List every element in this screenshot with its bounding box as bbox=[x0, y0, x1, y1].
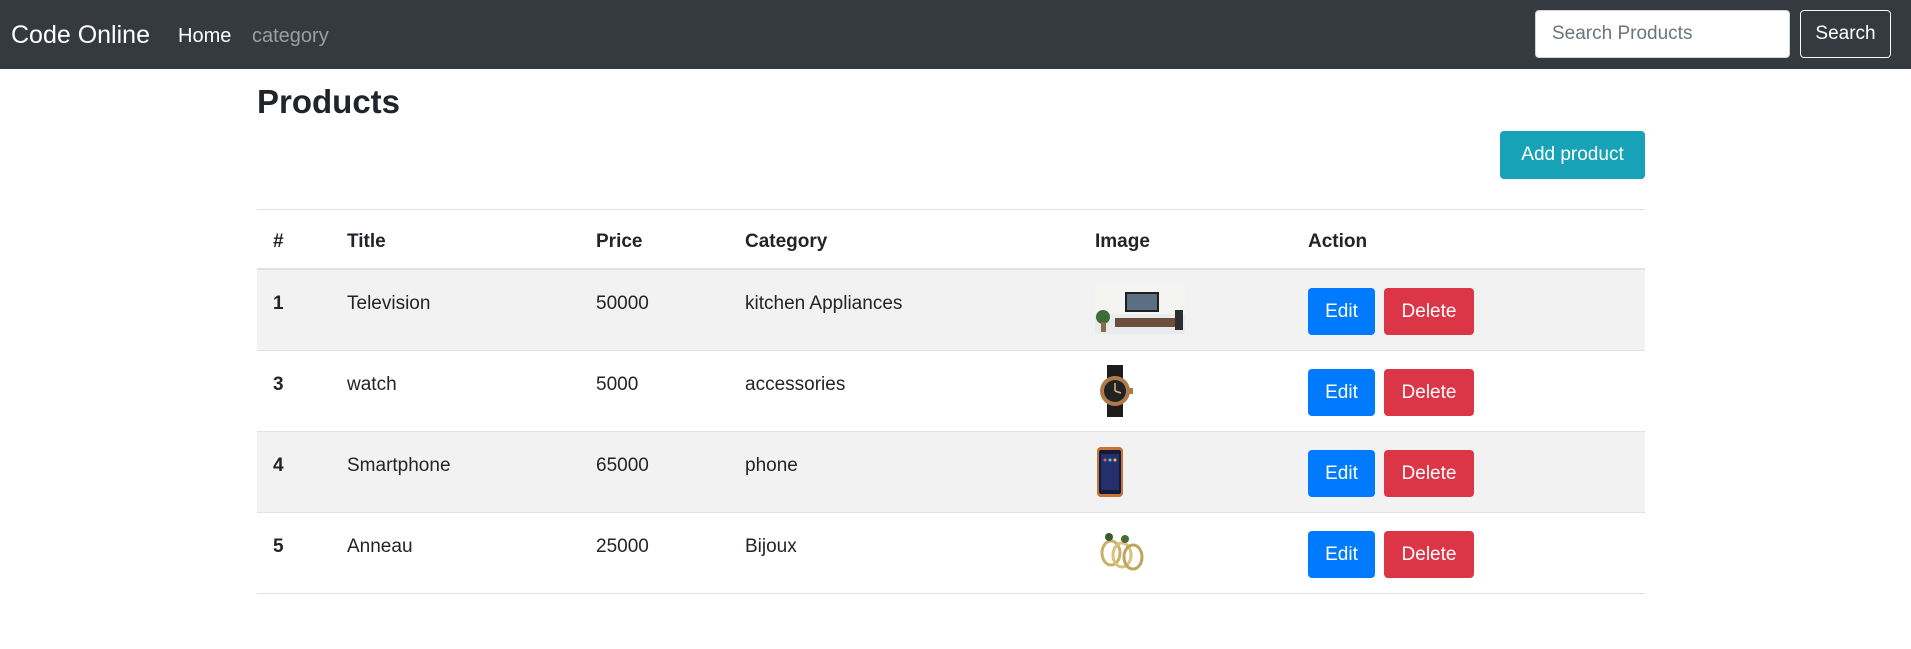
row-number: 3 bbox=[273, 374, 284, 395]
delete-button[interactable]: Delete bbox=[1384, 369, 1474, 416]
page-title: Products bbox=[257, 83, 401, 120]
table-row: 1 Television 50000 kitchen Appliances Ed… bbox=[257, 270, 1645, 351]
row-title: Smartphone bbox=[347, 455, 451, 476]
edit-button[interactable]: Edit bbox=[1308, 288, 1375, 335]
row-category: Bijoux bbox=[745, 536, 797, 557]
row-category: phone bbox=[745, 455, 798, 476]
table-row: 3 watch 5000 accessories Edit Delete bbox=[257, 351, 1645, 432]
row-number: 5 bbox=[273, 536, 284, 557]
edit-button[interactable]: Edit bbox=[1308, 369, 1375, 416]
delete-button[interactable]: Delete bbox=[1384, 531, 1474, 578]
delete-button[interactable]: Delete bbox=[1384, 288, 1474, 335]
navbar: Code Online Home category Search bbox=[0, 0, 1911, 69]
row-price: 25000 bbox=[596, 536, 649, 557]
row-title: Anneau bbox=[347, 536, 413, 557]
smartphone-thumbnail bbox=[1097, 447, 1123, 497]
nav-link-home[interactable]: Home bbox=[178, 24, 231, 48]
column-header-category: Category bbox=[745, 231, 828, 252]
television-thumbnail bbox=[1095, 284, 1185, 334]
column-header-image: Image bbox=[1095, 231, 1150, 252]
column-header-number: # bbox=[273, 231, 284, 252]
row-price: 50000 bbox=[596, 293, 649, 314]
column-header-title: Title bbox=[347, 231, 386, 252]
brand-logo[interactable]: Code Online bbox=[11, 20, 150, 50]
row-number: 1 bbox=[273, 293, 284, 314]
nav-link-category[interactable]: category bbox=[252, 24, 329, 48]
row-price: 5000 bbox=[596, 374, 639, 395]
column-header-price: Price bbox=[596, 231, 643, 252]
table-row: 5 Anneau 25000 Bijoux Edit Delete bbox=[257, 513, 1645, 594]
table-row: 4 Smartphone 65000 phone Edit Delete bbox=[257, 432, 1645, 513]
column-header-action: Action bbox=[1308, 231, 1368, 252]
products-table: # Title Price Category Image Action 1 Te… bbox=[257, 209, 1645, 594]
row-title: watch bbox=[347, 374, 397, 395]
delete-button[interactable]: Delete bbox=[1384, 450, 1474, 497]
search-input[interactable] bbox=[1535, 10, 1790, 58]
row-category: accessories bbox=[745, 374, 846, 395]
edit-button[interactable]: Edit bbox=[1308, 450, 1375, 497]
ring-thumbnail bbox=[1100, 533, 1144, 571]
row-price: 65000 bbox=[596, 455, 649, 476]
table-header: # Title Price Category Image Action bbox=[257, 209, 1645, 270]
add-product-button[interactable]: Add product bbox=[1500, 131, 1645, 179]
row-title: Television bbox=[347, 293, 431, 314]
row-category: kitchen Appliances bbox=[745, 293, 903, 314]
row-number: 4 bbox=[273, 455, 284, 476]
edit-button[interactable]: Edit bbox=[1308, 531, 1375, 578]
watch-thumbnail bbox=[1100, 365, 1133, 417]
search-button[interactable]: Search bbox=[1800, 10, 1891, 58]
